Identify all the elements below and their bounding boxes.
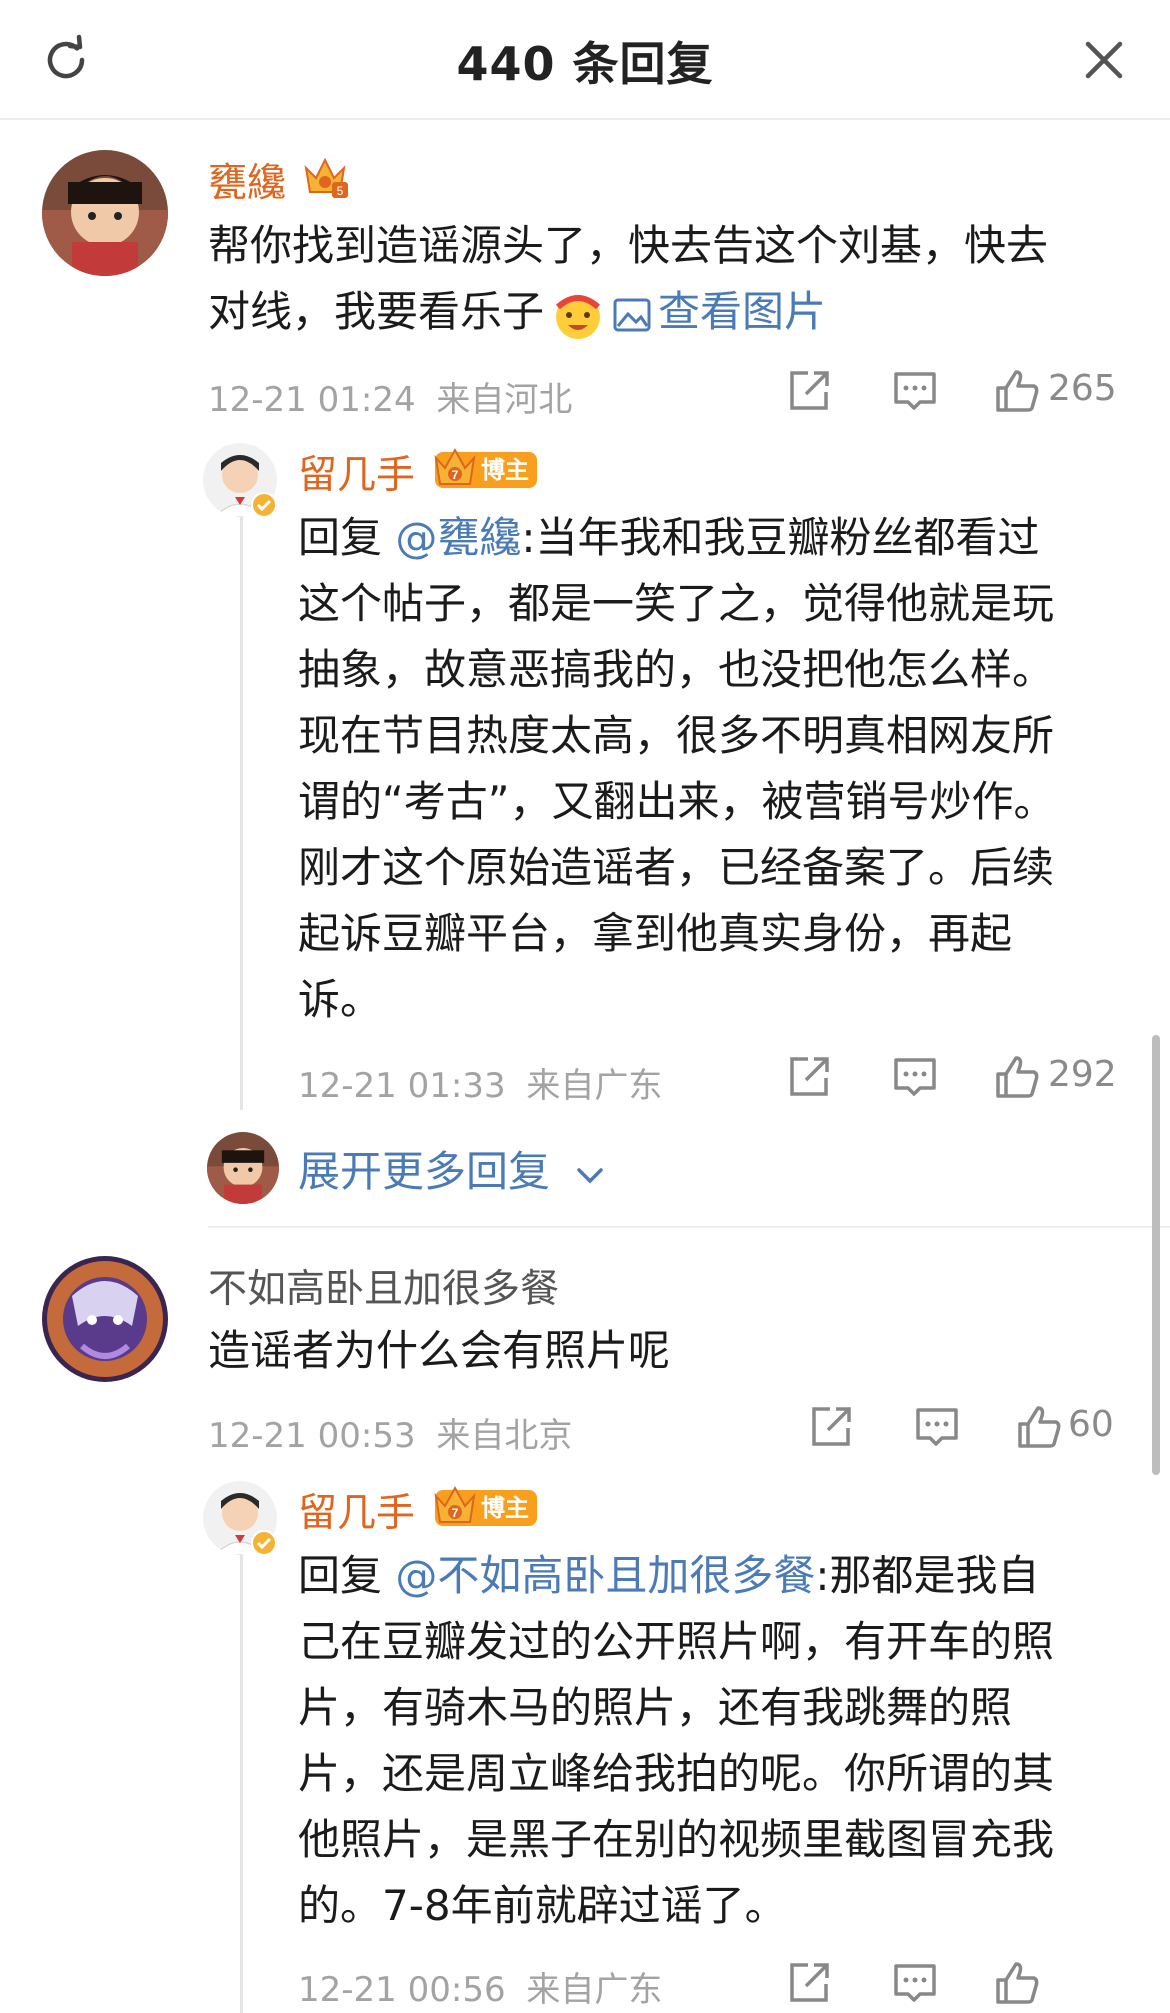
comment-username[interactable]: 甕纔 <box>208 152 286 208</box>
page-title: 440 条回复 <box>456 37 714 91</box>
reply-username[interactable]: 留几手 <box>298 1482 415 1538</box>
reply-header: 440 条回复 <box>0 0 1170 120</box>
mention-link[interactable]: @甕纔 <box>395 513 521 562</box>
thread-line <box>240 500 243 1110</box>
comment-actions: 265 <box>786 368 1126 418</box>
reply-actions: 292 <box>786 1054 1126 1104</box>
verified-icon <box>251 492 277 518</box>
expand-more-replies[interactable]: 展开更多回复 <box>298 1138 607 1199</box>
avatar[interactable] <box>42 1256 168 1382</box>
svg-text:7: 7 <box>452 468 459 482</box>
comment-icon[interactable] <box>892 368 938 414</box>
comment-location: 来自河北 <box>436 380 573 420</box>
comment-icon[interactable] <box>892 1960 938 2006</box>
like-count: 265 <box>1048 368 1117 409</box>
scrollbar[interactable] <box>1152 1035 1160 1475</box>
laughing-emoji-icon <box>556 294 601 339</box>
like-icon[interactable] <box>994 1054 1040 1100</box>
reply-actions <box>786 1960 1126 2010</box>
crown-icon: 7 <box>434 1485 476 1523</box>
divider <box>208 1226 1170 1228</box>
reply-text: 回复 @不如高卧且加很多餐:那都是我自 己在豆瓣发过的公开照片啊，有开车的照 片… <box>298 1551 1055 1930</box>
comment-meta: 12-21 00:53 来自北京 <box>208 1408 572 1457</box>
crown-icon: 7 <box>434 447 476 485</box>
like-count: 292 <box>1048 1054 1117 1095</box>
avatar[interactable] <box>42 150 168 276</box>
like-icon[interactable] <box>994 368 1040 414</box>
comment-meta: 12-21 01:24 来自河北 <box>208 372 572 421</box>
reply-username[interactable]: 留几手 <box>298 444 415 500</box>
reply-meta: 12-21 00:56 来自广东 <box>298 1962 662 2011</box>
comment-location: 来自北京 <box>436 1416 573 1456</box>
svg-text:7: 7 <box>452 1506 459 1520</box>
reply-location: 来自广东 <box>526 1066 663 1106</box>
view-image-link[interactable]: 查看图片 <box>612 287 826 336</box>
verified-icon <box>251 1530 277 1556</box>
comment-text: 帮你找到造谣源头了，快去告这个刘基，快去 对线，我要看乐子 查看图片 <box>208 213 1128 345</box>
image-icon <box>613 298 651 331</box>
reply-location: 来自广东 <box>526 1970 663 2010</box>
comment-text: 造谣者为什么会有照片呢 <box>208 1326 671 1375</box>
reply-time: 12-21 01:33 <box>298 1066 506 1106</box>
share-icon[interactable] <box>786 368 832 414</box>
comment-username[interactable]: 不如高卧且加很多餐 <box>208 1258 559 1314</box>
share-icon[interactable] <box>808 1404 854 1450</box>
mention-link[interactable]: @不如高卧且加很多餐 <box>395 1551 815 1600</box>
thread-line <box>240 1538 243 2013</box>
reply-meta: 12-21 01:33 来自广东 <box>298 1058 662 1107</box>
like-count: 60 <box>1068 1404 1114 1445</box>
crown-icon: 5 <box>304 157 348 198</box>
comment-icon[interactable] <box>914 1404 960 1450</box>
comment-icon[interactable] <box>892 1054 938 1100</box>
comment-time: 12-21 01:24 <box>208 380 416 420</box>
reply-time: 12-21 00:56 <box>298 1970 506 2010</box>
svg-text:5: 5 <box>337 184 344 198</box>
comment-actions: 60 <box>808 1404 1128 1454</box>
like-icon[interactable] <box>994 1960 1040 2006</box>
share-icon[interactable] <box>786 1054 832 1100</box>
comment-time: 12-21 00:53 <box>208 1416 416 1456</box>
avatar <box>207 1132 279 1204</box>
close-icon[interactable] <box>1078 34 1130 86</box>
chevron-down-icon <box>577 1167 604 1183</box>
share-icon[interactable] <box>786 1960 832 2006</box>
like-icon[interactable] <box>1016 1404 1062 1450</box>
reply-text: 回复 @甕纔:当年我和我豆瓣粉丝都看过 这个帖子，都是一笑了之，觉得他就是玩 抽… <box>298 513 1056 1024</box>
